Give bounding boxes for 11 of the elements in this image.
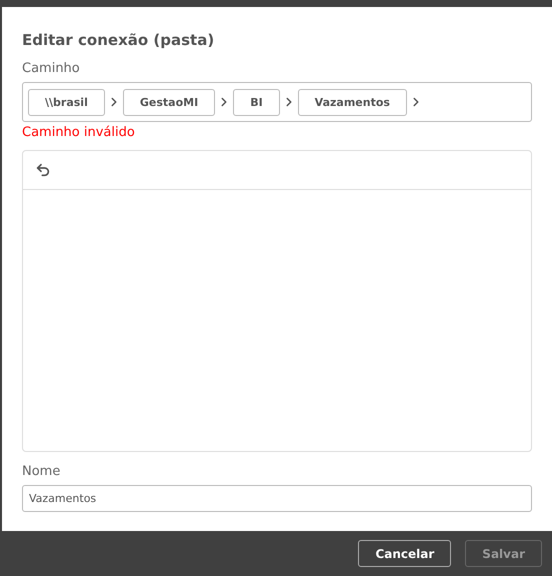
back-button[interactable] [35, 162, 51, 178]
error-message: Caminho inválido [22, 125, 136, 140]
path-segment-button[interactable]: Vazamentos [298, 88, 407, 116]
dialog-button[interactable]: Cancelar [358, 540, 452, 567]
path-segment-button[interactable]: GestaoMI [122, 88, 216, 116]
field-label: Nome [22, 464, 62, 479]
path-segment-button[interactable]: \\brasil [28, 88, 105, 116]
path-segment-button[interactable]: BI [233, 88, 280, 116]
dialog-title: Editar conexão (pasta) [22, 31, 216, 49]
field-label: Caminho [22, 61, 81, 76]
name-input-field[interactable]: Vazamentos [22, 485, 532, 512]
